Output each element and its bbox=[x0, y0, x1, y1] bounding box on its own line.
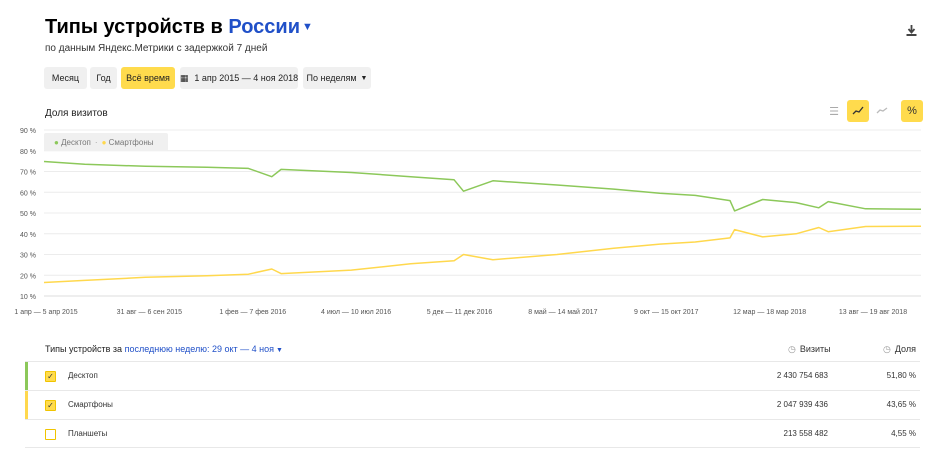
title-prefix: Типы устройств в bbox=[45, 16, 223, 38]
clock-icon: ◷ bbox=[788, 344, 796, 354]
y-tick-label: 10 % bbox=[20, 294, 36, 301]
x-tick-label: 8 май — 14 май 2017 bbox=[528, 308, 597, 316]
device-name: Смартфоны bbox=[68, 400, 113, 409]
share-value: 43,65 % bbox=[886, 400, 916, 409]
x-tick-label: 4 июл — 10 июл 2016 bbox=[321, 309, 391, 316]
period-all-time-button[interactable]: Всё время bbox=[121, 67, 175, 89]
line-chart-icon[interactable] bbox=[847, 100, 869, 122]
chevron-down-icon[interactable]: ▼ bbox=[302, 21, 313, 33]
download-icon[interactable] bbox=[905, 24, 918, 37]
page-subtitle: по данным Яндекс.Метрики с задержкой 7 д… bbox=[45, 43, 268, 54]
x-tick-label: 31 авг — 6 сен 2015 bbox=[117, 309, 183, 316]
y-tick-label: 50 % bbox=[20, 211, 36, 218]
y-tick-label: 90 % bbox=[20, 128, 36, 135]
stacked-chart-icon[interactable]: ☰ bbox=[823, 100, 845, 122]
device-name: Планшеты bbox=[68, 429, 108, 438]
x-tick-label: 5 дек — 11 дек 2016 bbox=[427, 309, 493, 316]
y-tick-label: 40 % bbox=[20, 232, 36, 239]
area-chart-icon[interactable] bbox=[871, 100, 893, 122]
row-checkbox[interactable]: ✓ bbox=[45, 400, 56, 411]
series-color-stripe bbox=[25, 362, 28, 390]
series-color-stripe bbox=[25, 391, 28, 419]
table-title-prefix: Типы устройств за bbox=[45, 344, 123, 354]
visits-column-header[interactable]: ◷ Визиты bbox=[788, 344, 831, 355]
legend-item-desktop[interactable]: ● Десктоп bbox=[54, 138, 91, 147]
y-tick-label: 80 % bbox=[20, 149, 36, 156]
chevron-down-icon[interactable]: ▼ bbox=[276, 347, 283, 354]
grouping-label: По неделям bbox=[306, 73, 357, 83]
percent-icon[interactable]: % bbox=[901, 100, 923, 122]
region-selector[interactable]: России bbox=[228, 16, 300, 38]
chart-section-label: Доля визитов bbox=[45, 108, 108, 119]
x-tick-label: 13 авг — 19 авг 2018 bbox=[839, 309, 907, 316]
page-title: Типы устройств в России ▼ bbox=[45, 16, 313, 39]
table-row[interactable]: Планшеты 213 558 482 4,55 % bbox=[25, 419, 920, 448]
visits-value: 2 430 754 683 bbox=[776, 371, 828, 380]
row-checkbox[interactable]: ✓ bbox=[45, 371, 56, 382]
calendar-icon: ▦ bbox=[179, 72, 189, 83]
period-month-button[interactable]: Месяц bbox=[44, 67, 87, 89]
visits-value: 213 558 482 bbox=[783, 429, 829, 438]
chevron-down-icon: ▼ bbox=[360, 74, 368, 82]
clock-icon: ◷ bbox=[883, 344, 891, 354]
x-tick-label: 9 окт — 15 окт 2017 bbox=[634, 309, 699, 316]
share-column-header[interactable]: ◷ Доля bbox=[883, 344, 916, 355]
table-title: Типы устройств за последнюю неделю: 29 о… bbox=[45, 344, 283, 354]
y-tick-label: 20 % bbox=[20, 273, 36, 280]
x-tick-label: 1 фев — 7 фев 2016 bbox=[219, 309, 286, 316]
table-row[interactable]: ✓ Смартфоны 2 047 939 436 43,65 % bbox=[25, 390, 920, 419]
grouping-dropdown[interactable]: По неделям ▼ bbox=[303, 67, 371, 89]
x-tick-label: 1 апр — 5 апр 2015 bbox=[14, 309, 77, 316]
visits-value: 2 047 939 436 bbox=[776, 400, 828, 409]
share-value: 4,55 % bbox=[891, 429, 916, 438]
date-range-label: 1 апр 2015 — 4 ноя 2018 bbox=[194, 73, 299, 83]
period-year-button[interactable]: Год bbox=[90, 67, 117, 89]
y-tick-label: 70 % bbox=[20, 170, 36, 177]
date-range-picker[interactable]: ▦ 1 апр 2015 — 4 ноя 2018 bbox=[180, 67, 298, 89]
y-tick-label: 30 % bbox=[20, 253, 36, 260]
chart-legend: ● Десктоп · ● Смартфоны bbox=[44, 133, 168, 151]
legend-item-smartphones[interactable]: ● Смартфоны bbox=[102, 138, 154, 147]
device-name: Десктоп bbox=[68, 371, 98, 380]
x-tick-label: 12 мар — 18 мар 2018 bbox=[733, 309, 806, 316]
table-row[interactable]: ✓ Десктоп 2 430 754 683 51,80 % bbox=[25, 361, 920, 390]
row-checkbox[interactable] bbox=[45, 429, 56, 440]
series-line-desktop[interactable] bbox=[43, 160, 922, 212]
y-tick-label: 60 % bbox=[20, 190, 36, 197]
table-period-selector[interactable]: последнюю неделю: 29 окт — 4 ноя bbox=[125, 344, 274, 354]
share-value: 51,80 % bbox=[886, 371, 916, 380]
